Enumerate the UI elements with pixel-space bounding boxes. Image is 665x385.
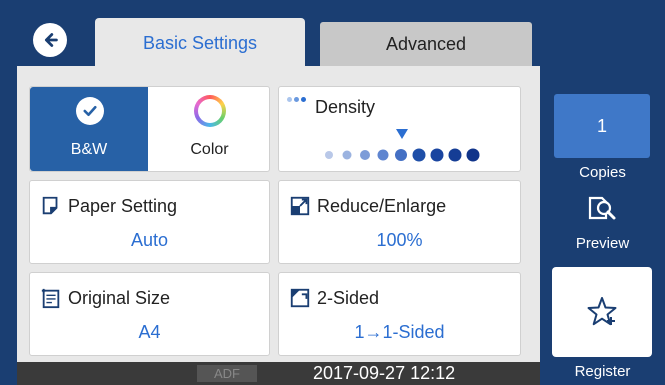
two-sided-button[interactable]: 2-Sided 1→1-Sided (278, 272, 521, 356)
reduce-enlarge-button[interactable]: Reduce/Enlarge 100% (278, 180, 521, 264)
paper-setting-value: Auto (130, 230, 169, 250)
density-label: Density (315, 97, 376, 117)
color-mode-label: Color (190, 141, 229, 158)
copies-label: Copies (579, 164, 626, 181)
header: Basic Settings Advanced (0, 0, 540, 68)
paper-setting-label: Paper Setting (68, 195, 178, 216)
two-sided-label: 2-Sided (317, 287, 380, 308)
paper-setting-button[interactable]: Paper Setting Auto (29, 180, 270, 264)
copy-screen: Basic Settings Advanced B&W Color Densit… (0, 0, 665, 385)
tab-advanced[interactable]: Advanced (320, 22, 532, 66)
settings-panel: B&W Color Density Paper Setting Auto Red… (17, 66, 540, 362)
color-ring-icon (194, 95, 226, 127)
arrow-left-icon (44, 33, 58, 47)
tab-label: Basic Settings (142, 32, 258, 53)
adf-indicator: ADF (197, 365, 257, 382)
reduce-enlarge-value: 100% (376, 230, 423, 250)
reduce-enlarge-label: Reduce/Enlarge (317, 195, 447, 216)
document-size-icon (41, 288, 60, 309)
check-icon (76, 97, 104, 125)
density-icon (287, 97, 306, 102)
copies-input[interactable]: 1 (554, 94, 650, 158)
bw-mode-button[interactable]: B&W (30, 87, 148, 171)
resize-icon (290, 196, 310, 216)
original-size-value: A4 (138, 322, 161, 342)
original-size-button[interactable]: Original Size A4 (29, 272, 270, 356)
back-button[interactable] (33, 23, 67, 57)
density-button[interactable]: Density (278, 86, 521, 172)
register-button[interactable] (552, 267, 652, 357)
color-mode-button[interactable]: Color (148, 87, 271, 171)
register-label: Register (574, 363, 631, 380)
star-add-icon (587, 297, 617, 326)
status-bar: ADF 2017-09-27 12:12 (17, 362, 540, 385)
original-size-label: Original Size (68, 287, 171, 308)
preview-label: Preview (575, 235, 630, 252)
preview-icon[interactable] (586, 192, 618, 224)
density-marker-icon (396, 129, 408, 139)
duplex-icon (290, 288, 310, 308)
bw-mode-label: B&W (70, 141, 108, 158)
datetime: 2017-09-27 12:12 (313, 363, 456, 383)
copies-value: 1 (596, 115, 607, 136)
tab-label: Advanced (385, 33, 467, 54)
color-mode-selector: B&W Color (29, 86, 270, 172)
two-sided-value: 1→1-Sided (354, 322, 445, 342)
tab-basic-settings[interactable]: Basic Settings (95, 18, 305, 68)
action-sidebar: 1 Copies Preview Register (540, 0, 665, 385)
paper-icon (42, 196, 58, 215)
density-scale (325, 148, 480, 162)
